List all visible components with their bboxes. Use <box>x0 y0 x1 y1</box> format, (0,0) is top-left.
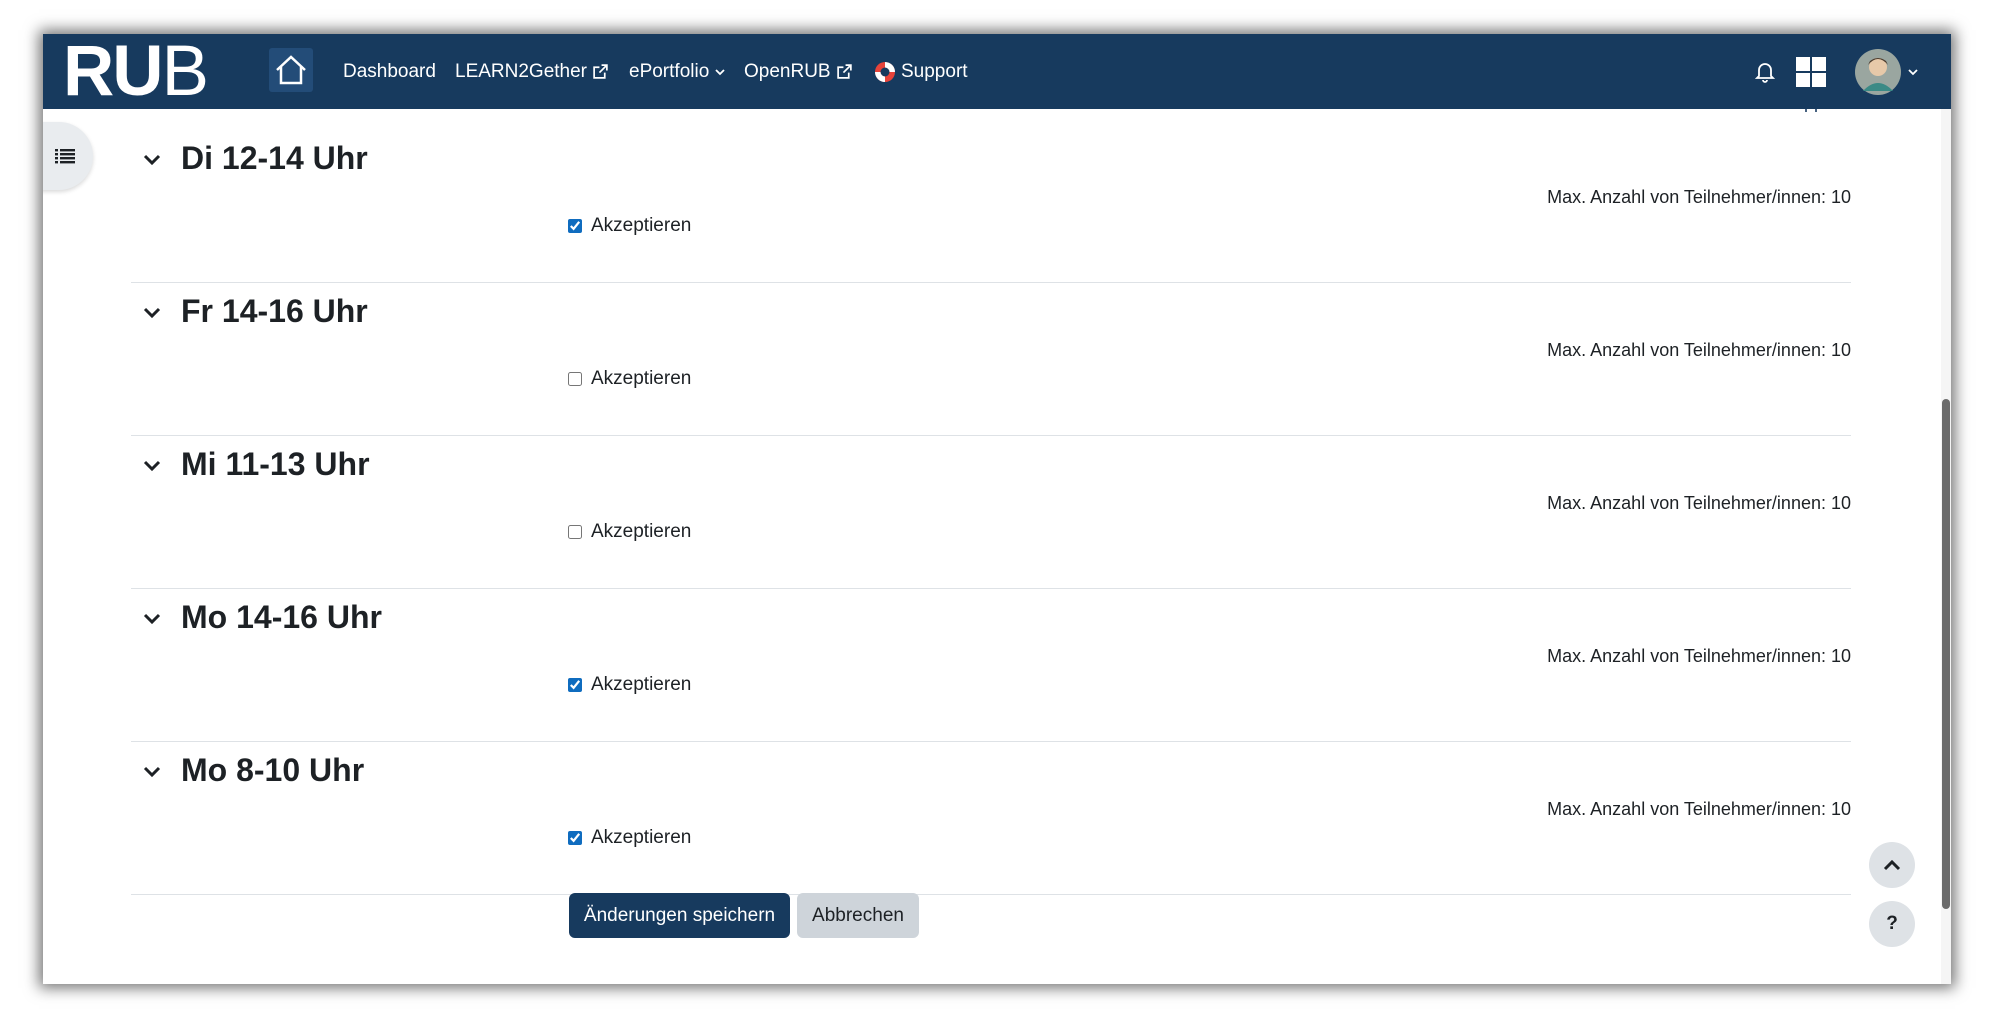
accept-checkbox[interactable] <box>568 831 582 845</box>
chevron-up-icon <box>1883 859 1901 871</box>
help-icon: ? <box>1886 913 1898 934</box>
home-button[interactable] <box>269 48 313 92</box>
accept-checkbox-row[interactable]: Akzeptieren <box>568 827 691 849</box>
help-button[interactable]: ? <box>1869 901 1915 947</box>
choice-section: Fr 14-16 Uhr Max. Anzahl von Teilnehmer/… <box>131 282 1851 436</box>
section-title: Di 12-14 Uhr <box>181 140 368 176</box>
chevron-down-icon <box>143 307 161 319</box>
section-collapse-toggle[interactable] <box>139 147 165 173</box>
accept-checkbox[interactable] <box>568 678 582 692</box>
external-link-icon <box>836 64 852 79</box>
chevron-down-icon <box>1908 68 1918 75</box>
section-collapse-toggle[interactable] <box>139 453 165 479</box>
chevron-down-icon <box>715 68 725 75</box>
nav-openrub[interactable]: OpenRUB <box>744 34 853 109</box>
cancel-button[interactable]: Abbrechen <box>797 893 919 938</box>
section-title: Fr 14-16 Uhr <box>181 293 368 329</box>
rub-logo[interactable]: RUB <box>63 40 209 104</box>
max-participants-label: Max. Anzahl von Teilnehmer/innen: 10 <box>1547 340 1851 360</box>
accept-checkbox-row[interactable]: Akzeptieren <box>568 215 691 237</box>
user-menu[interactable] <box>1855 34 1919 109</box>
browser-window: RUB Dashboard LEARN2Gether ePortfolio Op… <box>43 34 1951 984</box>
section-collapse-toggle[interactable] <box>139 300 165 326</box>
max-participants-label: Max. Anzahl von Teilnehmer/innen: 10 <box>1547 187 1851 207</box>
nav-dashboard[interactable]: Dashboard <box>343 34 436 109</box>
chevron-down-icon <box>143 766 161 778</box>
max-participants-label: Max. Anzahl von Teilnehmer/innen: 10 <box>1547 646 1851 666</box>
section-title: Mo 8-10 Uhr <box>181 752 365 788</box>
chevron-down-icon <box>143 613 161 625</box>
notifications-button[interactable] <box>1755 34 1775 109</box>
list-icon <box>55 149 75 164</box>
external-link-icon <box>593 64 608 79</box>
tiles-button[interactable] <box>1795 34 1827 109</box>
accept-checkbox-row[interactable]: Akzeptieren <box>568 674 691 696</box>
lifebuoy-icon <box>875 61 895 82</box>
accept-checkbox[interactable] <box>568 525 582 539</box>
course-index-toggle[interactable] <box>43 122 93 190</box>
chevron-down-icon <box>143 154 161 166</box>
bell-icon <box>1755 62 1775 83</box>
chevron-down-icon <box>143 460 161 472</box>
scrollbar-thumb[interactable] <box>1942 399 1950 909</box>
home-icon <box>276 55 306 85</box>
choice-section: Mi 11-13 Uhr Max. Anzahl von Teilnehmer/… <box>131 435 1851 589</box>
choice-section: Mo 14-16 Uhr Max. Anzahl von Teilnehmer/… <box>131 588 1851 742</box>
scrollbar[interactable] <box>1941 109 1951 984</box>
accept-checkbox-row[interactable]: Akzeptieren <box>568 368 691 390</box>
choice-section: Mo 8-10 Uhr Max. Anzahl von Teilnehmer/i… <box>131 741 1851 895</box>
top-navbar: RUB Dashboard LEARN2Gether ePortfolio Op… <box>43 34 1951 109</box>
section-collapse-toggle[interactable] <box>139 759 165 785</box>
choice-section: Di 12-14 Uhr Max. Anzahl von Teilnehmer/… <box>131 129 1851 283</box>
section-title: Mi 11-13 Uhr <box>181 446 370 482</box>
accept-checkbox[interactable] <box>568 219 582 233</box>
avatar <box>1855 48 1901 95</box>
section-title: Mo 14-16 Uhr <box>181 599 382 635</box>
nav-eportfolio[interactable]: ePortfolio <box>629 34 726 109</box>
accept-checkbox[interactable] <box>568 372 582 386</box>
grid-icon <box>1796 56 1826 87</box>
accept-checkbox-row[interactable]: Akzeptieren <box>568 521 691 543</box>
max-participants-label: Max. Anzahl von Teilnehmer/innen: 10 <box>1547 493 1851 513</box>
nav-learn2gether[interactable]: LEARN2Gether <box>455 34 609 109</box>
nav-support[interactable]: Support <box>874 34 968 109</box>
max-participants-label: Max. Anzahl von Teilnehmer/innen: 10 <box>1547 799 1851 819</box>
save-changes-button[interactable]: Änderungen speichern <box>569 893 790 938</box>
section-collapse-toggle[interactable] <box>139 606 165 632</box>
back-to-top-button[interactable] <box>1869 842 1915 888</box>
